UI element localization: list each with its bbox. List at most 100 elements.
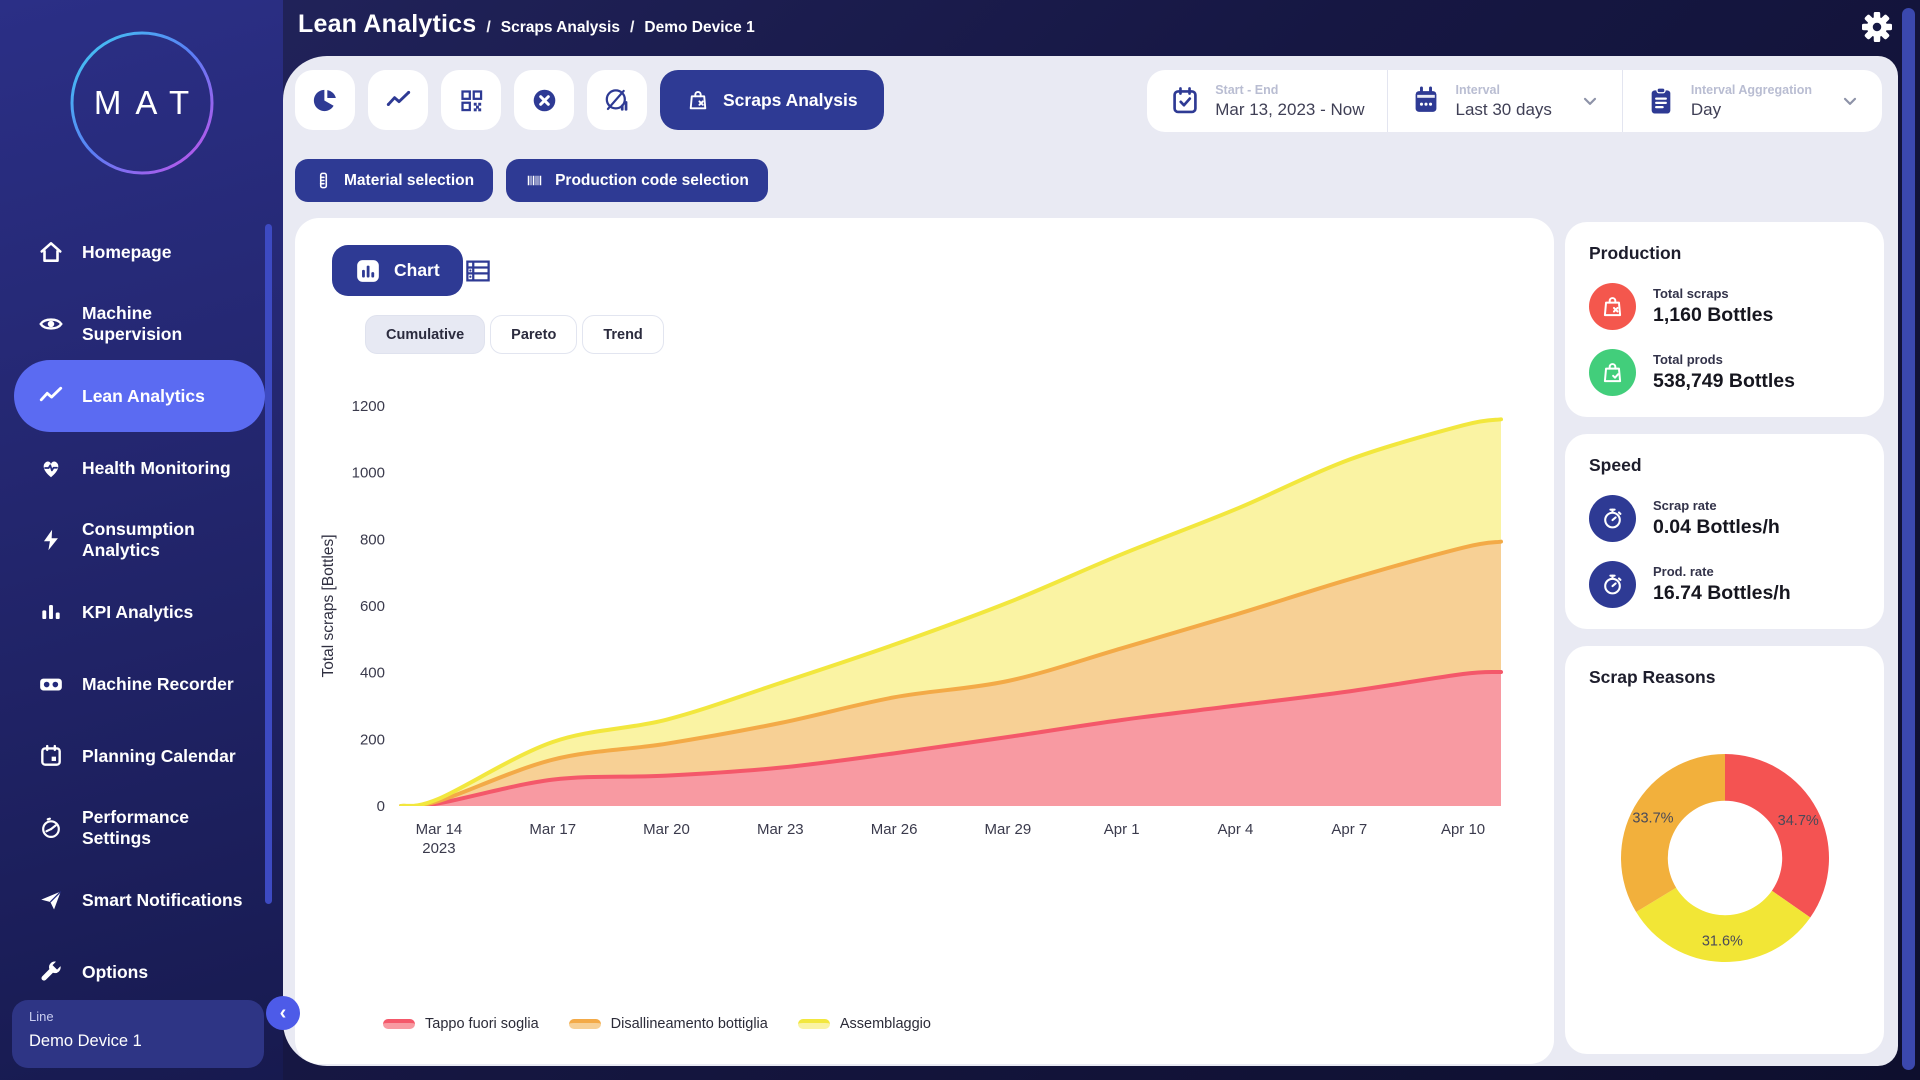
- scrap-rate-badge: [1589, 495, 1636, 542]
- production-code-selection-button[interactable]: Production code selection: [506, 159, 768, 202]
- prod-rate-label: Prod. rate: [1653, 564, 1791, 579]
- chevron-down-icon: [1840, 91, 1860, 111]
- qr-code-view-button[interactable]: [441, 70, 501, 130]
- legend-swatch: [798, 1019, 830, 1029]
- donut-slice-disallineamento-bottiglia: [1621, 754, 1725, 912]
- legend-label: Disallineamento bottiglia: [611, 1016, 768, 1032]
- legend-item-disallineamento-bottiglia[interactable]: Disallineamento bottiglia: [569, 1016, 768, 1032]
- send-icon: [38, 887, 64, 913]
- breadcrumb-device[interactable]: Demo Device 1: [644, 19, 754, 37]
- prod-rate-badge: [1589, 561, 1636, 608]
- scraps-analysis-button[interactable]: Scraps Analysis: [660, 70, 884, 130]
- material-selection-button[interactable]: Material selection: [295, 159, 493, 202]
- interval-setting[interactable]: Interval Last 30 days: [1387, 70, 1622, 132]
- chart-view-button[interactable]: Chart: [332, 245, 463, 296]
- gear-icon: [1862, 12, 1892, 42]
- calendar-dots-icon: [1410, 85, 1442, 117]
- sidebar-item-kpi-analytics[interactable]: KPI Analytics: [14, 576, 265, 648]
- legend-item-assemblaggio[interactable]: Assemblaggio: [798, 1016, 931, 1032]
- y-tick-label: 400: [360, 665, 385, 682]
- speed-card: Speed Scrap rate 0.04 Bottles/h: [1565, 434, 1884, 629]
- speed-title: Speed: [1589, 455, 1860, 476]
- area-chart-svg: 020040060080010001200Total scraps [Bottl…: [313, 378, 1533, 948]
- donut-slice-tappo-fuori-soglia: [1725, 754, 1829, 918]
- sidebar-item-health-monitoring[interactable]: Health Monitoring: [14, 432, 265, 504]
- x-tick-sublabel: 2023: [422, 840, 455, 857]
- sidebar-item-lean-analytics[interactable]: Lean Analytics: [14, 360, 265, 432]
- sidebar-item-machine-recorder[interactable]: Machine Recorder: [14, 648, 265, 720]
- interval-aggregation-value: Day: [1691, 100, 1812, 120]
- sidebar-item-homepage[interactable]: Homepage: [14, 216, 265, 288]
- wrench-icon: [38, 959, 64, 985]
- x-tick-label: Mar 20: [643, 821, 690, 838]
- chart-button-label: Chart: [394, 260, 440, 281]
- sidebar-item-label: Consumption Analytics: [82, 519, 255, 560]
- sidebar-item-planning-calendar[interactable]: Planning Calendar: [14, 720, 265, 792]
- barcode-icon: [525, 171, 544, 190]
- pie-chart-icon: [312, 87, 339, 114]
- sidebar-item-machine-supervision[interactable]: Machine Supervision: [14, 288, 265, 360]
- y-tick-label: 0: [377, 798, 385, 815]
- sidebar-scrollbar[interactable]: [265, 224, 272, 904]
- x-tick-label: Apr 10: [1441, 821, 1485, 838]
- sidebar-item-label: Smart Notifications: [82, 890, 255, 911]
- scrap-rate-value: 0.04 Bottles/h: [1653, 516, 1780, 539]
- donut-chart-svg: 34.7%31.6%33.7%: [1597, 730, 1853, 986]
- sidebar-item-options[interactable]: Options: [14, 936, 265, 1008]
- legend-item-tappo-fuori-soglia[interactable]: Tappo fuori soglia: [383, 1016, 539, 1032]
- x-tick-label: Mar 14: [416, 821, 463, 838]
- device-selector[interactable]: Line Demo Device 1: [12, 1000, 264, 1068]
- x-tick-label: Mar 17: [529, 821, 576, 838]
- x-tick-label: Apr 4: [1218, 821, 1254, 838]
- start-end-setting[interactable]: Start - End Mar 13, 2023 - Now: [1147, 70, 1386, 132]
- tab-cumulative[interactable]: Cumulative: [365, 315, 485, 354]
- interval-aggregation-setting[interactable]: Interval Aggregation Day: [1622, 70, 1882, 132]
- page-scrollbar[interactable]: [1902, 8, 1915, 1070]
- settings-gear-button[interactable]: [1862, 12, 1892, 42]
- breadcrumb: Lean Analytics / Scraps Analysis / Demo …: [298, 10, 755, 50]
- sidebar-item-label: Machine Supervision: [82, 303, 255, 344]
- tab-trend[interactable]: Trend: [582, 315, 663, 354]
- material-icon: [314, 171, 333, 190]
- pie-chart-view-button[interactable]: [295, 70, 355, 130]
- content-panel: Scraps Analysis Start - End Mar 13, 2023…: [283, 56, 1898, 1066]
- stops-view-button[interactable]: [514, 70, 574, 130]
- trend-icon: [38, 383, 64, 409]
- breadcrumb-scraps-analysis[interactable]: Scraps Analysis: [501, 19, 620, 37]
- area-series-group: [401, 419, 1501, 806]
- table-view-button[interactable]: [463, 256, 493, 286]
- total-scraps-value: 1,160 Bottles: [1653, 304, 1773, 327]
- total-scraps-badge: [1589, 283, 1636, 330]
- breadcrumb-separator: /: [486, 19, 490, 37]
- chart-button-icon: [355, 258, 381, 284]
- scrap-chart-view-button[interactable]: [587, 70, 647, 130]
- qr-code-icon: [458, 87, 485, 114]
- chart-legend: Tappo fuori soglia Disallineamento botti…: [383, 1016, 931, 1032]
- app-logo: MAT: [67, 28, 217, 178]
- total-prods-value: 538,749 Bottles: [1653, 370, 1795, 393]
- sidebar-item-consumption-analytics[interactable]: Consumption Analytics: [14, 504, 265, 576]
- sidebar-item-performance-settings[interactable]: Performance Settings: [14, 792, 265, 864]
- sidebar-collapse-button[interactable]: ‹: [266, 996, 300, 1030]
- donut-percent-label: 31.6%: [1701, 934, 1742, 950]
- chevron-left-icon: ‹: [280, 1003, 287, 1023]
- bolt-icon: [38, 527, 64, 553]
- sidebar-item-label: Homepage: [82, 242, 255, 263]
- x-circle-icon: [531, 87, 558, 114]
- start-end-label: Start - End: [1215, 83, 1364, 97]
- legend-label: Assemblaggio: [840, 1016, 931, 1032]
- total-scraps-label: Total scraps: [1653, 286, 1773, 301]
- device-selector-value: Demo Device 1: [29, 1032, 247, 1051]
- bar-chart-icon: [38, 599, 64, 625]
- donut-percent-label: 34.7%: [1777, 813, 1818, 829]
- sidebar-item-label: KPI Analytics: [82, 602, 255, 623]
- trend-line-icon: [385, 87, 412, 114]
- total-prods-label: Total prods: [1653, 352, 1795, 367]
- stopwatch-icon: [1600, 506, 1625, 531]
- trend-view-button[interactable]: [368, 70, 428, 130]
- tab-pareto[interactable]: Pareto: [490, 315, 577, 354]
- filter-row: Material selection Production code selec…: [295, 159, 768, 202]
- x-tick-label: Mar 26: [871, 821, 918, 838]
- sidebar-item-smart-notifications[interactable]: Smart Notifications: [14, 864, 265, 936]
- chart-card: Chart Cumulative Pareto Trend 0200400600: [295, 218, 1554, 1064]
